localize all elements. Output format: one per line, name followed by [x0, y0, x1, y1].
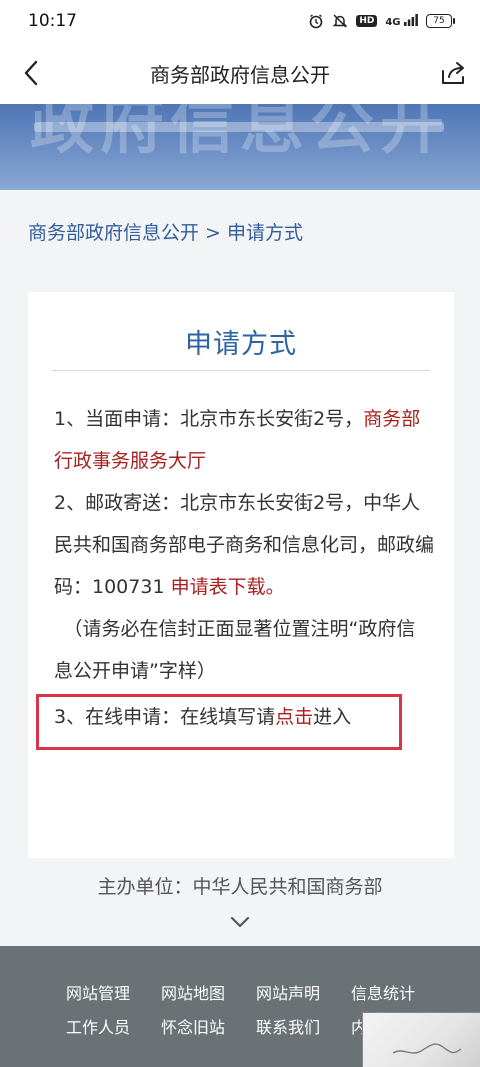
- floating-overlay: [362, 1012, 480, 1067]
- share-icon: [442, 62, 464, 84]
- method-in-person-text: 1、当面申请：北京市东长安街2号，: [54, 408, 364, 430]
- breadcrumb-root-link[interactable]: 商务部政府信息公开: [28, 222, 199, 244]
- banner-stripe: [34, 122, 444, 132]
- footer-link-sitemap[interactable]: 网站地图: [161, 980, 256, 1004]
- postal-note: （请务必在信封正面显著位置注明“政府信息公开申请”字样）: [54, 618, 416, 682]
- expand-button[interactable]: [228, 914, 252, 930]
- chevron-down-icon: [230, 916, 250, 928]
- breadcrumb-separator: >: [205, 222, 221, 244]
- footer-link-staff[interactable]: 工作人员: [66, 1014, 161, 1038]
- form-download-link[interactable]: 申请表下载。: [171, 576, 285, 598]
- battery-level: 75: [433, 16, 445, 26]
- breadcrumb-current: 申请方式: [226, 222, 303, 244]
- method-postal: 2、邮政寄送：北京市东长安街2号，中华人民共和国商务部电子商务和信息化司，邮政编…: [54, 482, 434, 608]
- chevron-left-icon: [24, 60, 38, 86]
- application-methods: 1、当面申请：北京市东长安街2号，商务部行政事务服务大厅 2、邮政寄送：北京市东…: [54, 398, 434, 738]
- status-bar: 10:17 HD 4G 75: [0, 0, 480, 42]
- status-icons: HD 4G 75: [308, 13, 455, 29]
- method-in-person: 1、当面申请：北京市东长安街2号，商务部行政事务服务大厅: [54, 398, 434, 482]
- header-banner: 政府信息公开: [0, 104, 480, 190]
- status-time: 10:17: [28, 11, 77, 31]
- banner-ghost-text: 政府信息公开: [30, 104, 450, 163]
- footer-link-statistics[interactable]: 信息统计: [351, 980, 446, 1004]
- footer-link-site-management[interactable]: 网站管理: [66, 980, 161, 1004]
- back-button[interactable]: [14, 56, 48, 90]
- breadcrumb: 商务部政府信息公开 > 申请方式: [28, 218, 303, 245]
- hd-icon: HD: [356, 15, 378, 27]
- heading-divider: [52, 370, 430, 371]
- alarm-icon: [308, 13, 324, 29]
- content-card: 申请方式 1、当面申请：北京市东长安街2号，商务部行政事务服务大厅 2、邮政寄送…: [28, 292, 454, 858]
- signal-4g-icon: 4G: [385, 14, 418, 28]
- footer-link-contact[interactable]: 联系我们: [256, 1014, 351, 1038]
- signal-label: 4G: [385, 17, 401, 28]
- page-title: 商务部政府信息公开: [150, 62, 330, 87]
- sponsor-section: 主办单位：中华人民共和国商务部: [0, 858, 480, 946]
- footer-link-site-statement[interactable]: 网站声明: [256, 980, 351, 1004]
- online-application-highlight: [36, 694, 402, 750]
- share-button[interactable]: [436, 56, 470, 90]
- section-heading: 申请方式: [185, 329, 297, 360]
- overlay-scribble: [392, 1043, 462, 1054]
- footer-link-old-site[interactable]: 怀念旧站: [161, 1014, 256, 1038]
- sponsor-text: 主办单位：中华人民共和国商务部: [97, 876, 383, 898]
- battery-icon: 75: [426, 14, 455, 28]
- bell-off-icon: [332, 13, 348, 29]
- footer-links-row-1: 网站管理 网站地图 网站声明 信息统计: [66, 980, 446, 1004]
- nav-bar: 商务部政府信息公开: [0, 42, 480, 104]
